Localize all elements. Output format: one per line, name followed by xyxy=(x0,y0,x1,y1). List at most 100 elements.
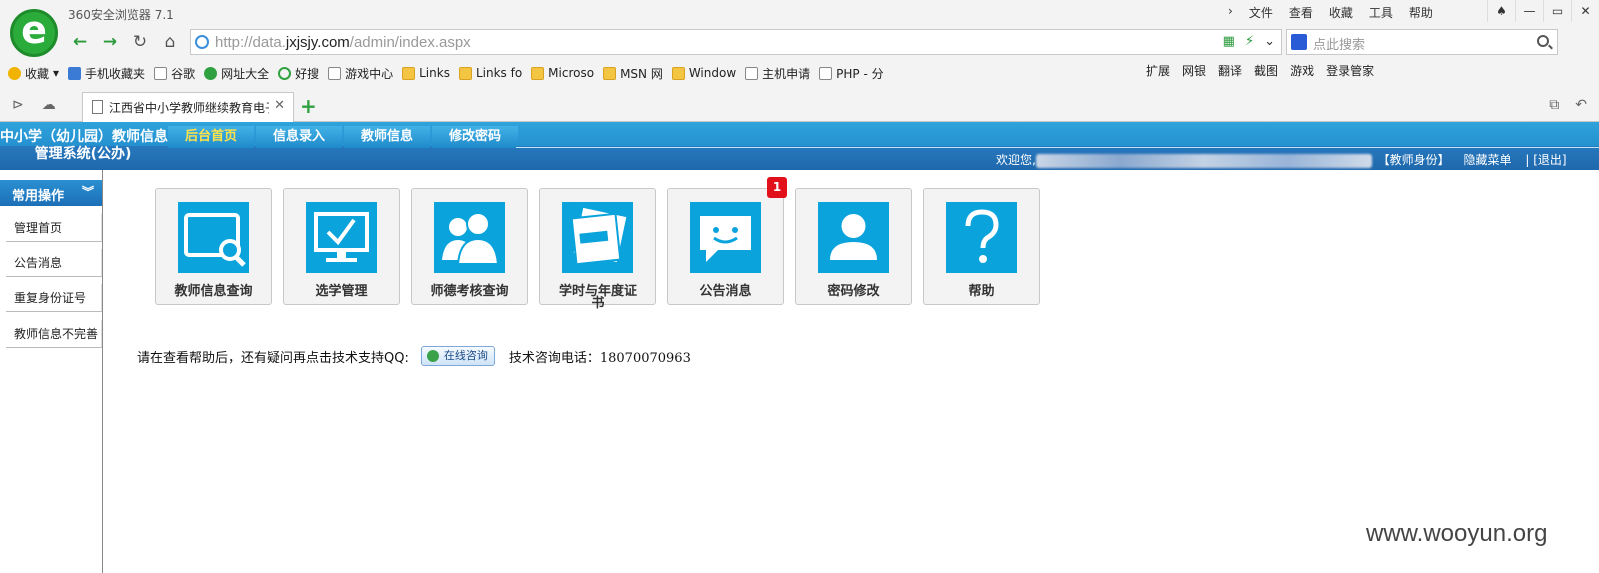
users-icon xyxy=(434,202,505,273)
online-consult-button[interactable]: 在线咨询 xyxy=(420,346,495,366)
nav-home[interactable]: 后台首页 xyxy=(168,126,254,148)
sidebar: 常用操作 ︾ 管理首页 公告消息 重复身份证号 教师信息不完善 xyxy=(0,170,103,573)
menu-chevron-icon[interactable]: › xyxy=(1228,4,1233,21)
bookmark-folder[interactable]: Window xyxy=(671,62,736,84)
bookmark-item[interactable]: 收藏 ▾ xyxy=(8,62,59,84)
browser-tab[interactable]: 江西省中小学教师继续教育电子 ✕ xyxy=(82,92,294,122)
maximize-button[interactable]: ▭ xyxy=(1543,0,1571,22)
nav-info-entry[interactable]: 信息录入 xyxy=(256,126,342,148)
question-icon xyxy=(946,202,1017,273)
new-tab-button[interactable]: + xyxy=(300,94,317,118)
close-button[interactable]: ✕ xyxy=(1571,0,1599,22)
page-icon xyxy=(745,66,759,80)
menu-favorites[interactable]: 收藏 xyxy=(1329,4,1353,21)
nav-change-password[interactable]: 修改密码 xyxy=(432,126,518,148)
nav-teacher-info[interactable]: 教师信息 xyxy=(344,126,430,148)
sidebar-heading[interactable]: 常用操作 ︾ xyxy=(0,180,102,206)
cloud-icon[interactable]: ☁ xyxy=(42,97,56,113)
tab-close-icon[interactable]: ✕ xyxy=(274,98,285,113)
tile-help[interactable]: 帮助 xyxy=(923,188,1040,305)
folder-icon xyxy=(531,66,545,80)
folder-icon xyxy=(671,66,685,80)
papers-icon xyxy=(562,202,633,273)
bookmark-item[interactable]: 好搜 xyxy=(278,62,319,84)
bookmark-item[interactable]: 手机收藏夹 xyxy=(68,62,145,84)
help-line: 请在查看帮助后，还有疑问再点击技术支持QQ: 在线咨询 技术咨询电话：18070… xyxy=(137,346,691,366)
sidebar-item-incomplete-info[interactable]: 教师信息不完善 xyxy=(6,320,102,348)
url-text: http://data.jxjsjy.com/admin/index.aspx xyxy=(215,34,471,51)
star-icon xyxy=(8,66,21,80)
monitor-check-icon xyxy=(306,202,377,273)
bookmark-folder[interactable]: Microso xyxy=(531,62,594,84)
tab-title: 江西省中小学教师继续教育电子 xyxy=(109,101,269,115)
chevron-down-icon[interactable]: ⌄ xyxy=(1264,34,1275,49)
sidebar-item-duplicate-id[interactable]: 重复身份证号 xyxy=(6,284,102,312)
folder-icon xyxy=(458,66,472,80)
bookmark-item[interactable]: PHP - 分 xyxy=(819,62,884,84)
toolbar-screenshot[interactable]: 截图 xyxy=(1254,62,1278,79)
home-icon[interactable]: ⌂ xyxy=(158,31,182,53)
sidebar-item-home[interactable]: 管理首页 xyxy=(6,214,102,242)
browser-menu: › 文件 查看 收藏 工具 帮助 xyxy=(1228,4,1433,21)
bookmark-folder[interactable]: Links xyxy=(402,62,450,84)
back-arrow-icon[interactable]: ← xyxy=(68,31,92,53)
logout-link[interactable]: [退出] xyxy=(1533,153,1566,167)
bookmark-item[interactable]: 网址大全 xyxy=(204,62,269,84)
search-engine-icon[interactable] xyxy=(1291,34,1307,50)
tile-course-management[interactable]: 选学管理 xyxy=(283,188,400,305)
bookmark-folder[interactable]: MSN 网 xyxy=(603,62,663,84)
lightning-icon[interactable]: ⚡ xyxy=(1245,34,1254,49)
menu-view[interactable]: 查看 xyxy=(1289,4,1313,21)
tile-ethics-review[interactable]: 师德考核查询 xyxy=(411,188,528,305)
toolbar-bank[interactable]: 网银 xyxy=(1182,62,1206,79)
sidebar-item-announcements[interactable]: 公告消息 xyxy=(6,249,102,277)
menu-tools[interactable]: 工具 xyxy=(1369,4,1393,21)
tile-teacher-search[interactable]: 教师信息查询 xyxy=(155,188,272,305)
bookmarks-bar: 收藏 ▾ 手机收藏夹 谷歌 网址大全 好搜 游戏中心 Links Links f… xyxy=(8,62,884,84)
hide-menu-link[interactable]: 隐藏菜单 xyxy=(1464,153,1512,167)
redacted-username xyxy=(1035,153,1372,168)
watermark: www.wooyun.org xyxy=(1366,520,1548,547)
main-nav: 后台首页 信息录入 教师信息 修改密码 xyxy=(168,126,518,148)
bookmark-folder[interactable]: Links fo xyxy=(458,62,522,84)
refresh-icon[interactable]: ↻ xyxy=(128,31,152,53)
bookmark-item[interactable]: 游戏中心 xyxy=(328,62,393,84)
qr-code-icon[interactable]: ▦ xyxy=(1223,34,1235,49)
menu-help[interactable]: 帮助 xyxy=(1409,4,1433,21)
navigation-bar: ← → ↻ ⌂ http://data.jxjsjy.com/admin/ind… xyxy=(66,28,1558,56)
window-controls: ♠ — ▭ ✕ xyxy=(1487,0,1599,22)
minimize-button[interactable]: — xyxy=(1515,0,1543,22)
globe-icon xyxy=(204,66,218,80)
bookmark-item[interactable]: 主机申请 xyxy=(745,62,810,84)
notification-badge: 1 xyxy=(767,177,787,198)
search-placeholder: 点此搜索 xyxy=(1313,38,1366,53)
toolbar-translate[interactable]: 翻译 xyxy=(1218,62,1242,79)
folder-icon xyxy=(402,66,416,80)
function-tiles: 教师信息查询 选学管理 师德考核查询 学时与年度证书 公告消息 密码修改 帮助 xyxy=(155,188,1040,310)
skin-icon[interactable]: ♠ xyxy=(1487,0,1515,22)
support-phone: 技术咨询电话：18070070963 xyxy=(508,350,691,366)
menu-file[interactable]: 文件 xyxy=(1249,4,1273,21)
toolbar-games[interactable]: 游戏 xyxy=(1290,62,1314,79)
toolbar-extensions[interactable]: 扩展 xyxy=(1146,62,1170,79)
help-text: 请在查看帮助后，还有疑问再点击技术支持QQ: xyxy=(137,350,409,366)
toolbar-login-manager[interactable]: 登录管家 xyxy=(1326,62,1374,79)
bookmark-item[interactable]: 谷歌 xyxy=(154,62,195,84)
page-header: 中小学（幼儿园）教师信息 管理系统(公办) 后台首页 信息录入 教师信息 修改密… xyxy=(0,122,1599,170)
double-chevron-down-icon[interactable]: ︾ xyxy=(82,183,94,200)
browser-chrome: 360安全浏览器 7.1 › 文件 查看 收藏 工具 帮助 ♠ — ▭ ✕ ← … xyxy=(0,0,1599,122)
chat-bubble-icon xyxy=(690,202,761,273)
tile-password-change[interactable]: 密码修改 xyxy=(795,188,912,305)
sidebar-toggle-icon[interactable]: ⊳ xyxy=(12,97,24,113)
address-bar[interactable]: http://data.jxjsjy.com/admin/index.aspx … xyxy=(190,29,1282,55)
tile-hours-certificate[interactable]: 学时与年度证书 xyxy=(539,188,656,310)
phone-icon xyxy=(68,66,82,80)
tile-announcements[interactable]: 公告消息 xyxy=(667,188,784,305)
teacher-identity-link[interactable]: 【教师身份】 xyxy=(1378,153,1450,167)
system-title: 中小学（幼儿园）教师信息 管理系统(公办) xyxy=(0,129,168,162)
search-icon[interactable] xyxy=(1537,35,1549,47)
restore-tabs-icon[interactable]: ⧉ xyxy=(1549,97,1559,113)
forward-arrow-icon[interactable]: → xyxy=(98,31,122,53)
search-box[interactable]: 点此搜索 xyxy=(1286,29,1558,55)
undo-icon[interactable]: ↶ xyxy=(1575,97,1587,113)
